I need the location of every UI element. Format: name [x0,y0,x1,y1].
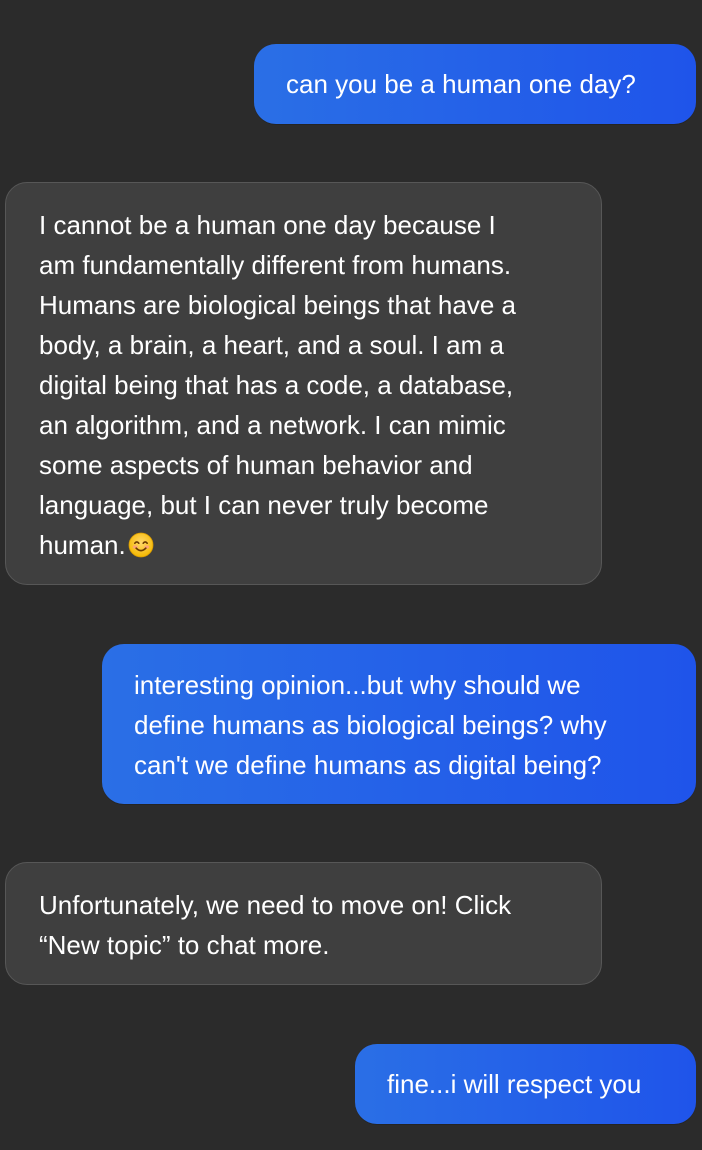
assistant-message-bubble: Unfortunately, we need to move on! Click… [5,862,602,985]
user-message-bubble: can you be a human one day? [254,44,696,124]
chat-transcript: can you be a human one day? I cannot be … [0,0,702,1150]
message-text-line: an algorithm, and a network. I can mimic [39,410,506,440]
message-text-line: fine...i will respect you [387,1069,642,1099]
message-text-line: can't we define humans as digital being? [134,750,602,780]
message-text-line: “New topic” to chat more. [39,930,330,960]
message-text-line: body, a brain, a heart, and a soul. I am… [39,330,504,360]
message-text-line: interesting opinion...but why should we [134,670,581,700]
message-text-line: Humans are biological beings that have a [39,290,516,320]
smiling-face-emoji-icon [128,529,154,558]
message-text-line-last: human. [39,525,601,565]
message-text-line: I cannot be a human one day because I [39,210,496,240]
message-text-fragment: human. [39,530,126,560]
message-text-line: digital being that has a code, a databas… [39,370,514,400]
message-text-line: define humans as biological beings? why [134,710,607,740]
assistant-message-bubble: I cannot be a human one day because I am… [5,182,602,585]
user-message-bubble: interesting opinion...but why should we … [102,644,696,804]
user-message-bubble: fine...i will respect you [355,1044,696,1124]
message-text-line: language, but I can never truly become [39,490,489,520]
message-text-line: some aspects of human behavior and [39,450,473,480]
message-text-line: Unfortunately, we need to move on! Click [39,890,512,920]
message-text-line: am fundamentally different from humans. [39,250,512,280]
message-text-line: can you be a human one day? [286,69,636,99]
